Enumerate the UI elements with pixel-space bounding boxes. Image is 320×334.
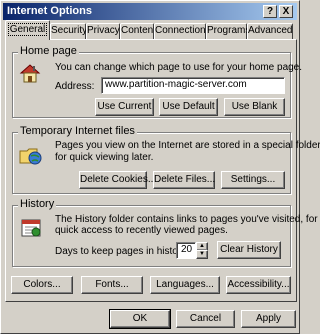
window-title: Internet Options — [7, 5, 92, 17]
history-group: History The History folder contains link… — [12, 198, 318, 267]
delete-files-button[interactable]: Delete Files... — [153, 171, 215, 189]
history-calendar-icon — [21, 219, 41, 237]
tab-advanced[interactable]: Advanced — [247, 23, 293, 39]
active-tab-join — [6, 38, 49, 41]
use-blank-button[interactable]: Use Blank — [224, 98, 285, 116]
temporary-files-description-line1: Pages you view on the Internet are store… — [55, 140, 320, 151]
address-input[interactable]: www.partition-magic-server.com — [101, 77, 285, 94]
settings-button[interactable]: Settings... — [221, 171, 285, 189]
title-bar[interactable]: Internet Options ? X — [3, 3, 297, 20]
tab-general[interactable]: General — [5, 20, 50, 40]
tab-connections[interactable]: Connections — [154, 23, 211, 39]
house-icon — [19, 64, 41, 83]
help-button[interactable]: ? — [263, 5, 277, 18]
tab-security[interactable]: Security — [50, 23, 87, 39]
home-page-description: You can change which page to use for you… — [55, 62, 303, 73]
history-legend: History — [18, 198, 57, 210]
ok-button[interactable]: OK — [109, 309, 171, 329]
tab-programs[interactable]: Programs — [206, 23, 250, 39]
spinner-down-icon[interactable]: ▼ — [196, 250, 208, 259]
history-description-line1: The History folder contains links to pag… — [55, 214, 318, 225]
internet-options-window: Internet Options ? X General Security Pr… — [0, 0, 320, 334]
home-page-group: Home page You can change which page to u… — [12, 45, 302, 118]
apply-button[interactable]: Apply — [241, 310, 296, 328]
cancel-button[interactable]: Cancel — [176, 310, 235, 328]
close-button[interactable]: X — [279, 5, 293, 18]
home-page-legend: Home page — [18, 45, 79, 57]
languages-button[interactable]: Languages... — [150, 276, 220, 294]
clear-history-button[interactable]: Clear History — [217, 241, 281, 259]
tab-content[interactable]: Content — [120, 23, 156, 39]
delete-cookies-button[interactable]: Delete Cookies... — [79, 171, 156, 189]
use-current-button[interactable]: Use Current — [95, 98, 154, 116]
temporary-files-legend: Temporary Internet files — [18, 125, 137, 137]
days-to-keep-label: Days to keep pages in history: — [55, 246, 189, 257]
use-default-button[interactable]: Use Default — [159, 98, 218, 116]
colors-button[interactable]: Colors... — [11, 276, 73, 294]
accessibility-button[interactable]: Accessibility... — [226, 276, 291, 294]
temporary-files-description-line2: for quick viewing later. — [55, 152, 154, 163]
general-tab-panel: Home page You can change which page to u… — [5, 39, 320, 302]
tab-privacy[interactable]: Privacy — [86, 23, 120, 39]
address-label: Address: — [55, 81, 95, 92]
fonts-button[interactable]: Fonts... — [81, 276, 143, 294]
days-to-keep-input[interactable]: 20 — [176, 242, 196, 259]
days-spinner[interactable]: ▲ ▼ — [196, 242, 208, 259]
folder-globe-icon — [19, 148, 42, 165]
history-description-line2: quick access to recently viewed pages. — [55, 225, 228, 236]
temporary-files-group: Temporary Internet files Pages you view … — [12, 125, 320, 194]
